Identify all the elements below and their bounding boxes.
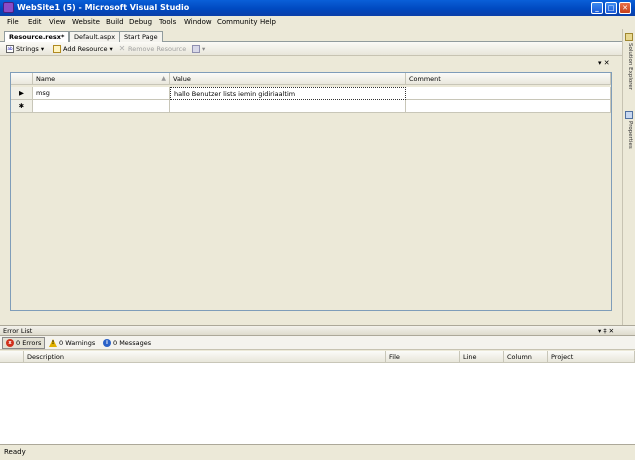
- column-header-comment[interactable]: Comment: [406, 73, 611, 85]
- properties-icon: [625, 111, 633, 119]
- grid-header: Name ▲ Value Comment: [11, 73, 611, 85]
- title-bar: WebSite1 (5) - Microsoft Visual Studio _…: [0, 0, 635, 16]
- views-icon: [192, 45, 200, 53]
- column-header-value[interactable]: Value: [170, 73, 406, 85]
- add-resource-icon: [53, 45, 61, 53]
- menu-edit[interactable]: Edit: [28, 17, 42, 28]
- document-tabs: Resource.resx* Default.aspx Start Page ▾…: [0, 29, 622, 67]
- column-header-column[interactable]: Column: [504, 351, 548, 363]
- views-dropdown[interactable]: ▾: [192, 43, 205, 55]
- status-text: Ready: [4, 448, 26, 456]
- warnings-filter-button[interactable]: ! 0 Warnings: [46, 337, 98, 349]
- error-list-titlebar: Error List ▾ ‡ ✕: [0, 325, 635, 336]
- document-window-controls[interactable]: ▾ ✕: [598, 59, 610, 70]
- remove-icon: ✕: [118, 44, 126, 53]
- messages-count: 0 Messages: [113, 339, 152, 347]
- error-list-window-controls[interactable]: ▾ ‡ ✕: [598, 326, 614, 336]
- strings-label: Strings ▾: [16, 45, 45, 53]
- remove-resource-label: Remove Resource: [128, 45, 187, 53]
- resource-toolbar: ab Strings ▾ Add Resource ▾ ✕ Remove Resou…: [0, 42, 622, 56]
- menu-debug[interactable]: Debug: [129, 17, 152, 28]
- menu-build[interactable]: Build: [106, 17, 124, 28]
- sort-icon: ▲: [161, 75, 166, 82]
- remove-resource-button[interactable]: ✕ Remove Resource: [118, 43, 187, 55]
- views-label: ▾: [202, 45, 206, 53]
- menu-window[interactable]: Window: [184, 17, 212, 28]
- properties-tab[interactable]: Properties: [624, 121, 635, 149]
- errors-filter-button[interactable]: x0 Errors: [2, 337, 46, 349]
- cell-comment[interactable]: [406, 87, 611, 100]
- menu-bar: File Edit View Website Build Debug Tools…: [0, 16, 635, 29]
- cell-comment[interactable]: [406, 100, 611, 113]
- table-row[interactable]: ▶ msg hallo Benutzer lists iemin gidiria…: [11, 87, 611, 100]
- cell-name[interactable]: [33, 100, 170, 113]
- column-header-line[interactable]: Line: [460, 351, 504, 363]
- add-resource-label: Add Resource ▾: [63, 45, 113, 53]
- menu-community[interactable]: Community: [217, 17, 258, 28]
- corner-header: [11, 73, 33, 85]
- resource-grid: Name ▲ Value Comment ▶ msg hallo Benutze…: [10, 72, 612, 311]
- current-row-marker-icon[interactable]: ▶: [11, 87, 33, 100]
- solution-explorer-tab[interactable]: Solution Explorer: [624, 43, 635, 90]
- warning-icon: !: [49, 339, 57, 347]
- cell-value[interactable]: [170, 100, 406, 113]
- strings-dropdown[interactable]: ab Strings ▾: [6, 43, 44, 55]
- menu-file[interactable]: File: [7, 17, 19, 28]
- error-icon: x: [6, 339, 14, 347]
- column-header-description[interactable]: Description: [24, 351, 386, 363]
- menu-tools[interactable]: Tools: [159, 17, 176, 28]
- tab-default-aspx[interactable]: Default.aspx: [69, 31, 121, 42]
- table-row-new[interactable]: ✱: [11, 100, 611, 113]
- minimize-button[interactable]: _: [591, 2, 603, 14]
- messages-filter-button[interactable]: i0 Messages: [100, 337, 154, 349]
- error-list-title: Error List: [3, 327, 33, 335]
- error-list-header: Description File Line Column Project: [0, 351, 635, 363]
- menu-website[interactable]: Website: [72, 17, 100, 28]
- status-bar: Ready: [0, 444, 635, 460]
- warnings-count: 0 Warnings: [59, 339, 96, 347]
- add-resource-button[interactable]: Add Resource ▾: [53, 43, 113, 55]
- maximize-button[interactable]: □: [605, 2, 617, 14]
- menu-help[interactable]: Help: [260, 17, 276, 28]
- column-header-file[interactable]: File: [386, 351, 460, 363]
- cell-value[interactable]: hallo Benutzer lists iemin gidiriaaltim: [170, 87, 406, 100]
- error-list-toolbar: x0 Errors ! 0 Warnings i0 Messages: [0, 336, 635, 350]
- column-header-name[interactable]: Name ▲: [33, 73, 170, 85]
- new-row-marker-icon[interactable]: ✱: [11, 100, 33, 113]
- close-button[interactable]: ✕: [619, 2, 631, 14]
- solution-explorer-icon: [625, 33, 633, 41]
- info-icon: i: [103, 339, 111, 347]
- strings-icon: ab: [6, 45, 14, 53]
- column-name-label: Name: [36, 75, 56, 83]
- visual-studio-icon: [3, 2, 14, 13]
- errors-count: 0 Errors: [16, 339, 42, 347]
- error-list-body[interactable]: [0, 363, 635, 444]
- column-header-icon[interactable]: [0, 351, 24, 363]
- menu-view[interactable]: View: [49, 17, 66, 28]
- auto-hide-sidebar: Solution Explorer Properties: [622, 29, 635, 329]
- window-title: WebSite1 (5) - Microsoft Visual Studio: [17, 3, 190, 12]
- tab-start-page[interactable]: Start Page: [119, 31, 163, 42]
- cell-name[interactable]: msg: [33, 87, 170, 100]
- column-header-project[interactable]: Project: [548, 351, 635, 363]
